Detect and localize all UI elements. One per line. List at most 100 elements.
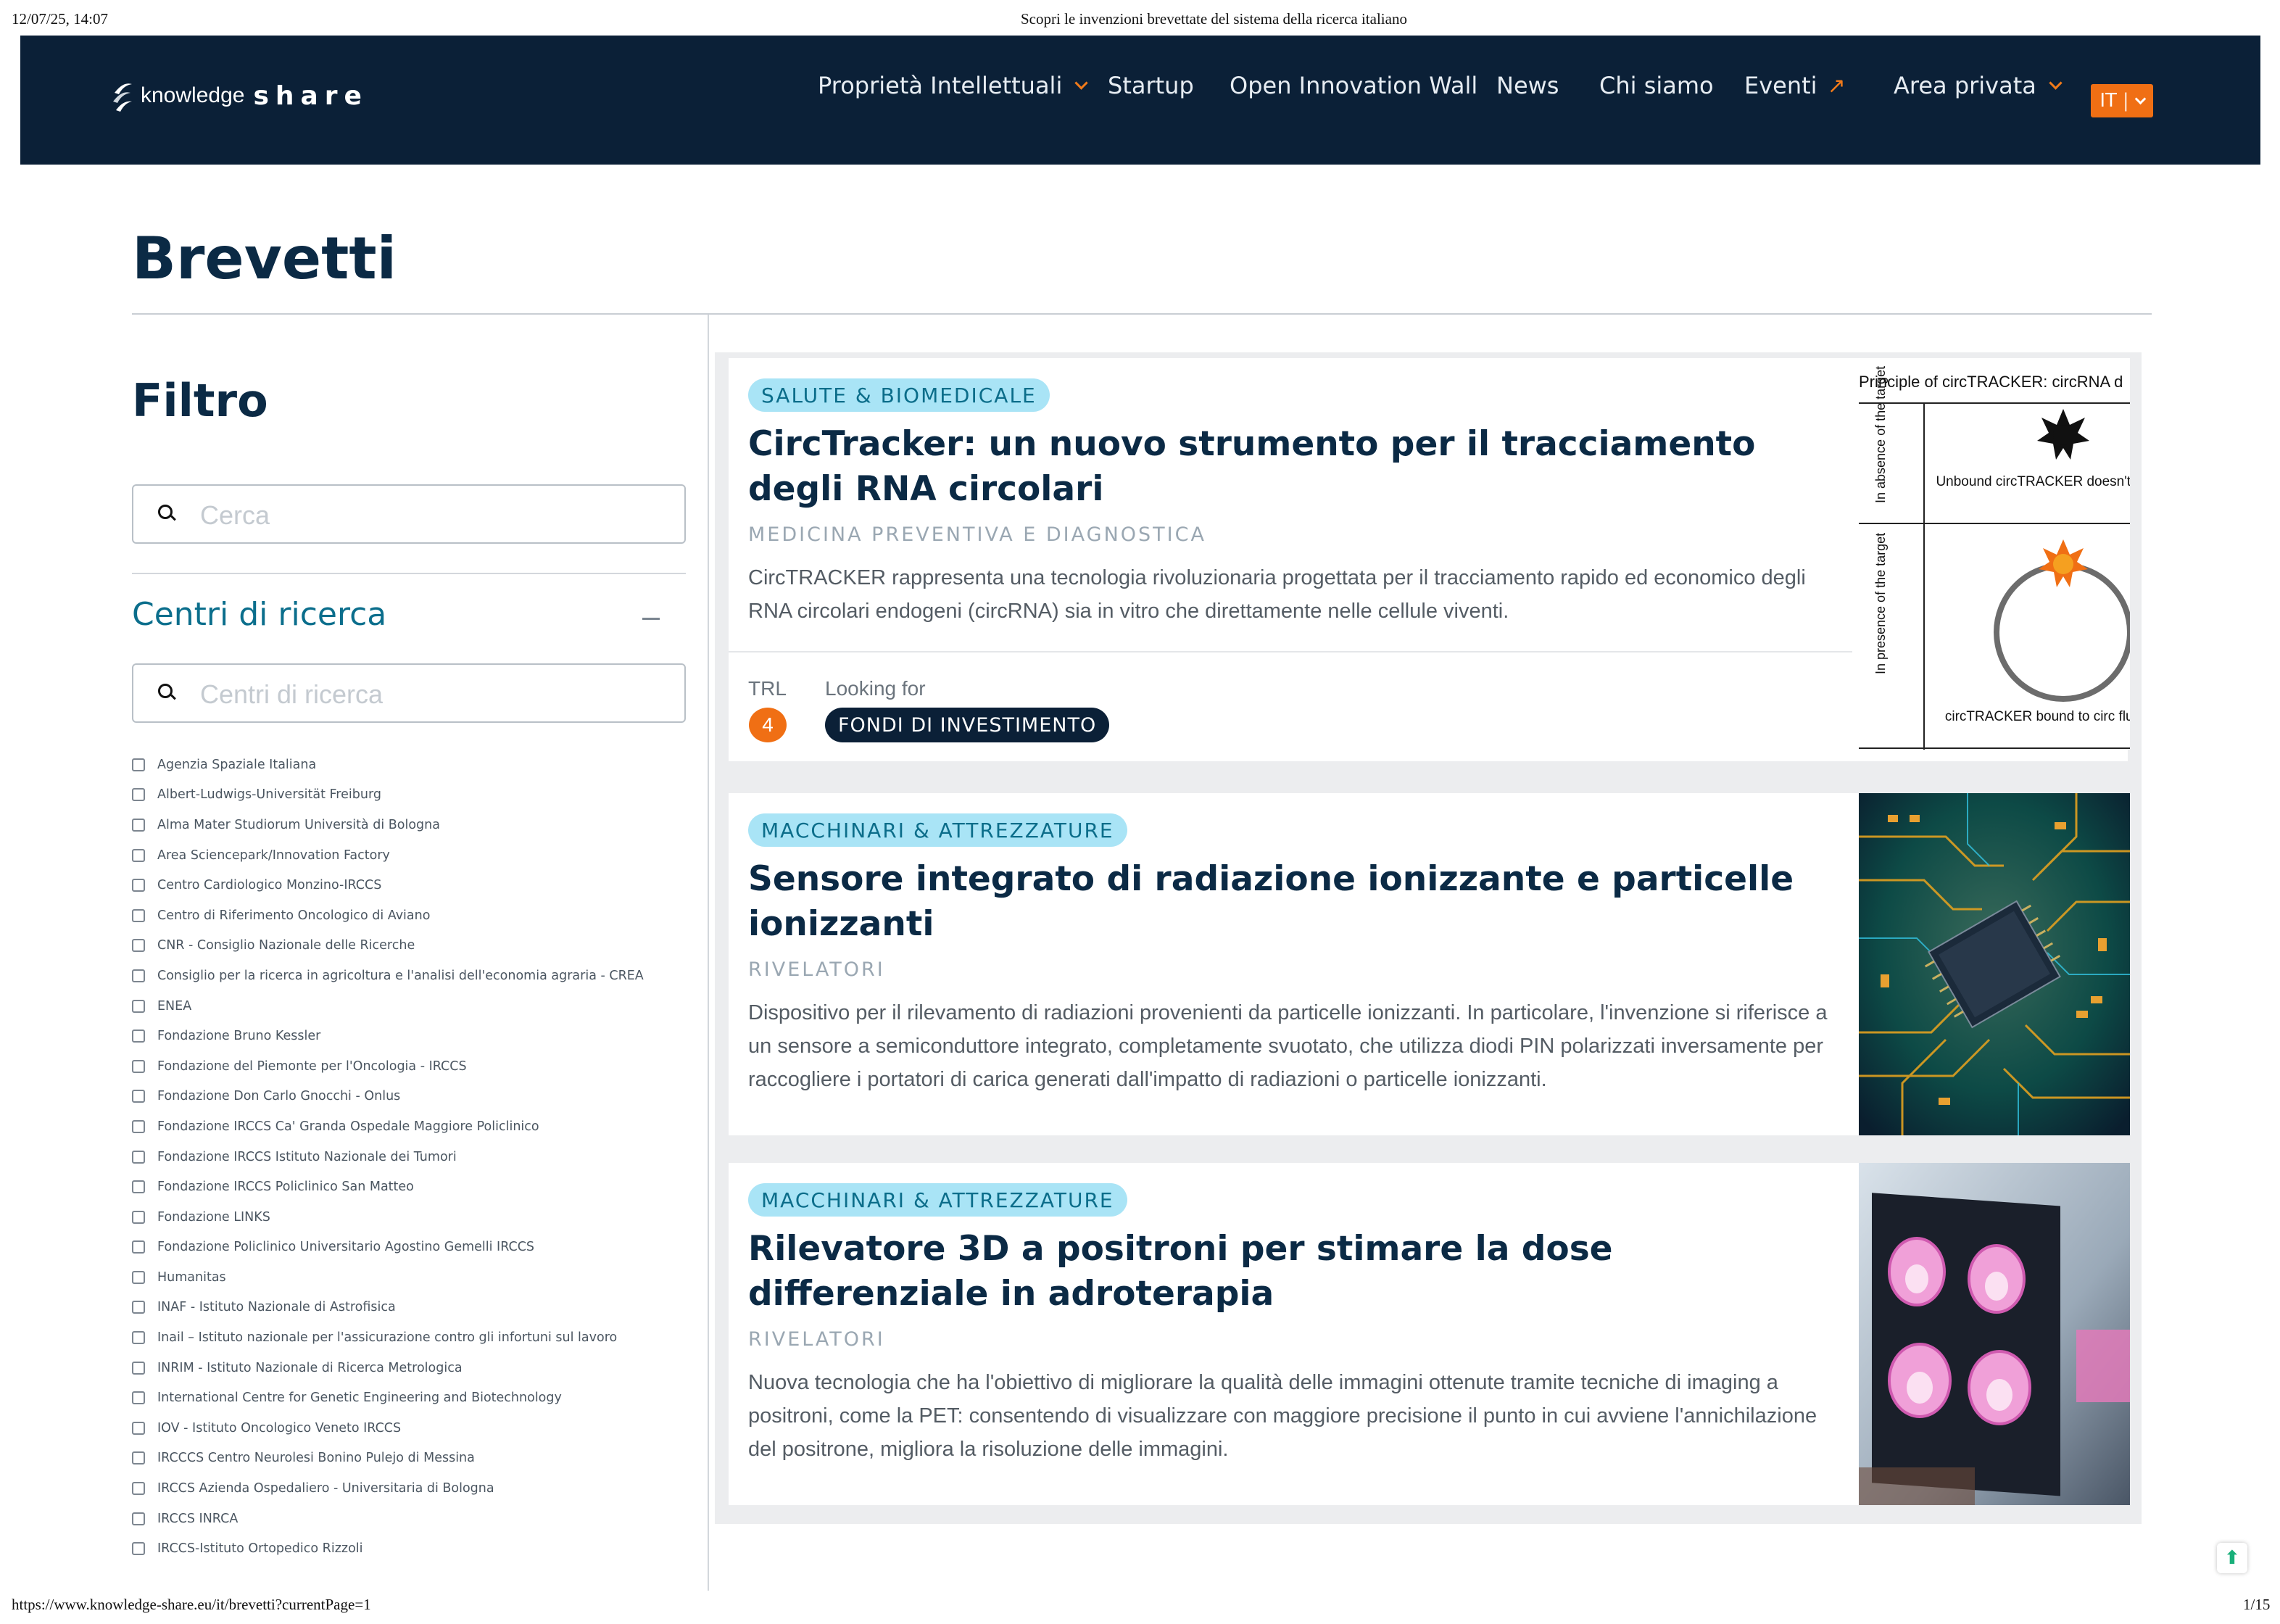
scroll-top-button[interactable]: ⬆ [2217,1543,2247,1573]
card-title[interactable]: CircTracker: un nuovo strumento per il t… [748,422,1843,512]
diagram-heading: Principle of circTRACKER: circRNA d [1859,373,2123,391]
checkbox[interactable] [132,939,145,953]
print-url: https://www.knowledge-share.eu/it/brevet… [12,1596,371,1613]
checkbox[interactable] [132,1391,145,1405]
centro-label: Consiglio per la ricerca in agricoltura … [157,968,644,983]
centro-checkbox-row[interactable]: Consiglio per la ricerca in agricoltura … [132,961,712,991]
checkbox[interactable] [132,1451,145,1465]
centro-checkbox-row[interactable]: IRCCS INRCA [132,1504,712,1534]
checkbox[interactable] [132,1119,145,1133]
checkbox[interactable] [132,1150,145,1164]
category-badge[interactable]: MACCHINARI & ATTREZZATURE [748,1183,1127,1217]
centro-checkbox-row[interactable]: CNR - Consiglio Nazionale delle Ricerche [132,931,712,961]
checkbox[interactable] [132,1542,145,1556]
centro-checkbox-row[interactable]: Fondazione LINKS [132,1202,712,1232]
centro-checkbox-row[interactable]: IOV - Istituto Oncologico Veneto IRCCS [132,1413,712,1443]
checkbox[interactable] [132,1270,145,1284]
centro-checkbox-row[interactable]: Fondazione IRCCS Policlinico San Matteo [132,1172,712,1202]
site-logo[interactable]: knowledge share [110,78,368,113]
checkbox[interactable] [132,1030,145,1043]
centro-checkbox-row[interactable]: Fondazione IRCCS Istituto Nazionale dei … [132,1142,712,1172]
category-badge[interactable]: SALUTE & BIOMEDICALE [748,378,1050,412]
diagram-row2-label: In presence of the target [1873,533,1888,674]
logo-text-share: share [253,80,368,111]
card-title[interactable]: Sensore integrato di radiazione ionizzan… [748,857,1843,947]
card-divider [729,651,1852,652]
centro-checkbox-row[interactable]: Area Sciencepark/Innovation Factory [132,840,712,871]
centri-search-placeholder: Centri di ricerca [200,679,384,709]
centro-checkbox-row[interactable]: International Centre for Genetic Enginee… [132,1383,712,1413]
centro-checkbox-row[interactable]: Centro di Riferimento Oncologico di Avia… [132,900,712,931]
checkbox[interactable] [132,1421,145,1435]
centri-checkbox-list: Agenzia Spaziale Italiana Albert-Ludwigs-… [132,750,712,1564]
centro-checkbox-row[interactable]: IRCCS Azienda Ospedaliero - Universitari… [132,1473,712,1504]
category-badge[interactable]: MACCHINARI & ATTREZZATURE [748,813,1127,847]
centro-label: IOV - Istituto Oncologico Veneto IRCCS [157,1420,402,1436]
centri-section-title[interactable]: Centri di ricerca [132,596,386,633]
checkbox[interactable] [132,1301,145,1314]
checkbox[interactable] [132,1361,145,1375]
checkbox[interactable] [132,969,145,982]
centro-label: Albert-Ludwigs-Universität Freiburg [157,787,381,803]
search-icon [158,684,173,698]
language-separator: | [2122,90,2129,112]
checkbox[interactable] [132,1180,145,1194]
collapse-minus-icon[interactable] [642,618,660,620]
checkbox[interactable] [132,818,145,832]
centro-checkbox-row[interactable]: Fondazione Don Carlo Gnocchi - Onlus [132,1082,712,1112]
checkbox[interactable] [132,1482,145,1496]
card-subcategory: RIVELATORI [748,958,885,981]
card-subcategory: MEDICINA PREVENTIVA E DIAGNOSTICA [748,523,1206,546]
centro-checkbox-row[interactable]: INAF - Istituto Nazionale di Astrofisica [132,1293,712,1323]
checkbox[interactable] [132,1059,145,1073]
centro-label: IRCCS-Istituto Ortopedico Rizzoli [157,1541,363,1557]
nav-label: Chi siamo [1599,72,1714,99]
checkbox[interactable] [132,908,145,922]
centro-checkbox-row[interactable]: Inail – Istituto nazionale per l'assicur… [132,1322,712,1353]
centro-label: Fondazione IRCCS Ca' Granda Ospedale Mag… [157,1119,539,1134]
checkbox[interactable] [132,999,145,1013]
nav-label: Startup [1108,72,1194,99]
checkbox[interactable] [132,758,145,771]
checkbox[interactable] [132,848,145,862]
nav-area-privata[interactable]: Area privata [1894,72,2063,99]
nav-startup[interactable]: Startup [1108,72,1194,99]
nav-eventi[interactable]: Eventi ↗ [1744,72,1846,99]
checkbox[interactable] [132,788,145,802]
centro-checkbox-row[interactable]: Albert-Ludwigs-Universität Freiburg [132,780,712,811]
language-selector[interactable]: IT | [2091,84,2153,117]
checkbox[interactable] [132,1090,145,1103]
centro-checkbox-row[interactable]: IRCCS-Istituto Ortopedico Rizzoli [132,1533,712,1564]
nav-proprieta-intellettuali[interactable]: Proprietà Intellettuali [818,72,1089,99]
nav-open-innovation-wall[interactable]: Open Innovation Wall [1230,72,1477,99]
centri-search-input[interactable]: Centri di ricerca [132,663,686,723]
centro-checkbox-row[interactable]: Fondazione Policlinico Universitario Ago… [132,1232,712,1263]
centro-checkbox-row[interactable]: Fondazione del Piemonte per l'Oncologia … [132,1051,712,1082]
centro-checkbox-row[interactable]: Fondazione IRCCS Ca' Granda Ospedale Mag… [132,1111,712,1142]
looking-for-badge: FONDI DI INVESTIMENTO [825,708,1110,742]
centro-checkbox-row[interactable]: IRCCCS Centro Neurolesi Bonino Pulejo di… [132,1443,712,1474]
centro-checkbox-row[interactable]: Fondazione Bruno Kessler [132,1021,712,1051]
checkbox[interactable] [132,879,145,892]
centro-label: Centro di Riferimento Oncologico di Avia… [157,908,431,923]
centro-checkbox-row[interactable]: Alma Mater Studiorum Università di Bolog… [132,810,712,840]
centro-checkbox-row[interactable]: INRIM - Istituto Nazionale di Ricerca Me… [132,1353,712,1383]
centro-checkbox-row[interactable]: Humanitas [132,1262,712,1293]
nav-chi-siamo[interactable]: Chi siamo [1599,72,1714,99]
checkbox[interactable] [132,1210,145,1224]
centro-label: International Centre for Genetic Enginee… [157,1391,562,1406]
checkbox[interactable] [132,1512,145,1525]
circuit-board-image [1859,793,2130,1135]
checkbox[interactable] [132,1331,145,1345]
checkbox[interactable] [132,1240,145,1254]
centro-checkbox-row[interactable]: ENEA [132,991,712,1022]
card-title[interactable]: Rilevatore 3D a positroni per stimare la… [748,1227,1843,1317]
search-input[interactable]: Cerca [132,484,686,544]
logo-text-knowledge: knowledge [141,83,245,107]
nav-label: News [1496,72,1559,99]
nav-news[interactable]: News [1496,72,1559,99]
centro-checkbox-row[interactable]: Centro Cardiologico Monzino-IRCCS [132,870,712,900]
centro-label: Fondazione LINKS [157,1209,270,1225]
nav-label: Area privata [1894,72,2036,99]
centro-checkbox-row[interactable]: Agenzia Spaziale Italiana [132,750,712,780]
